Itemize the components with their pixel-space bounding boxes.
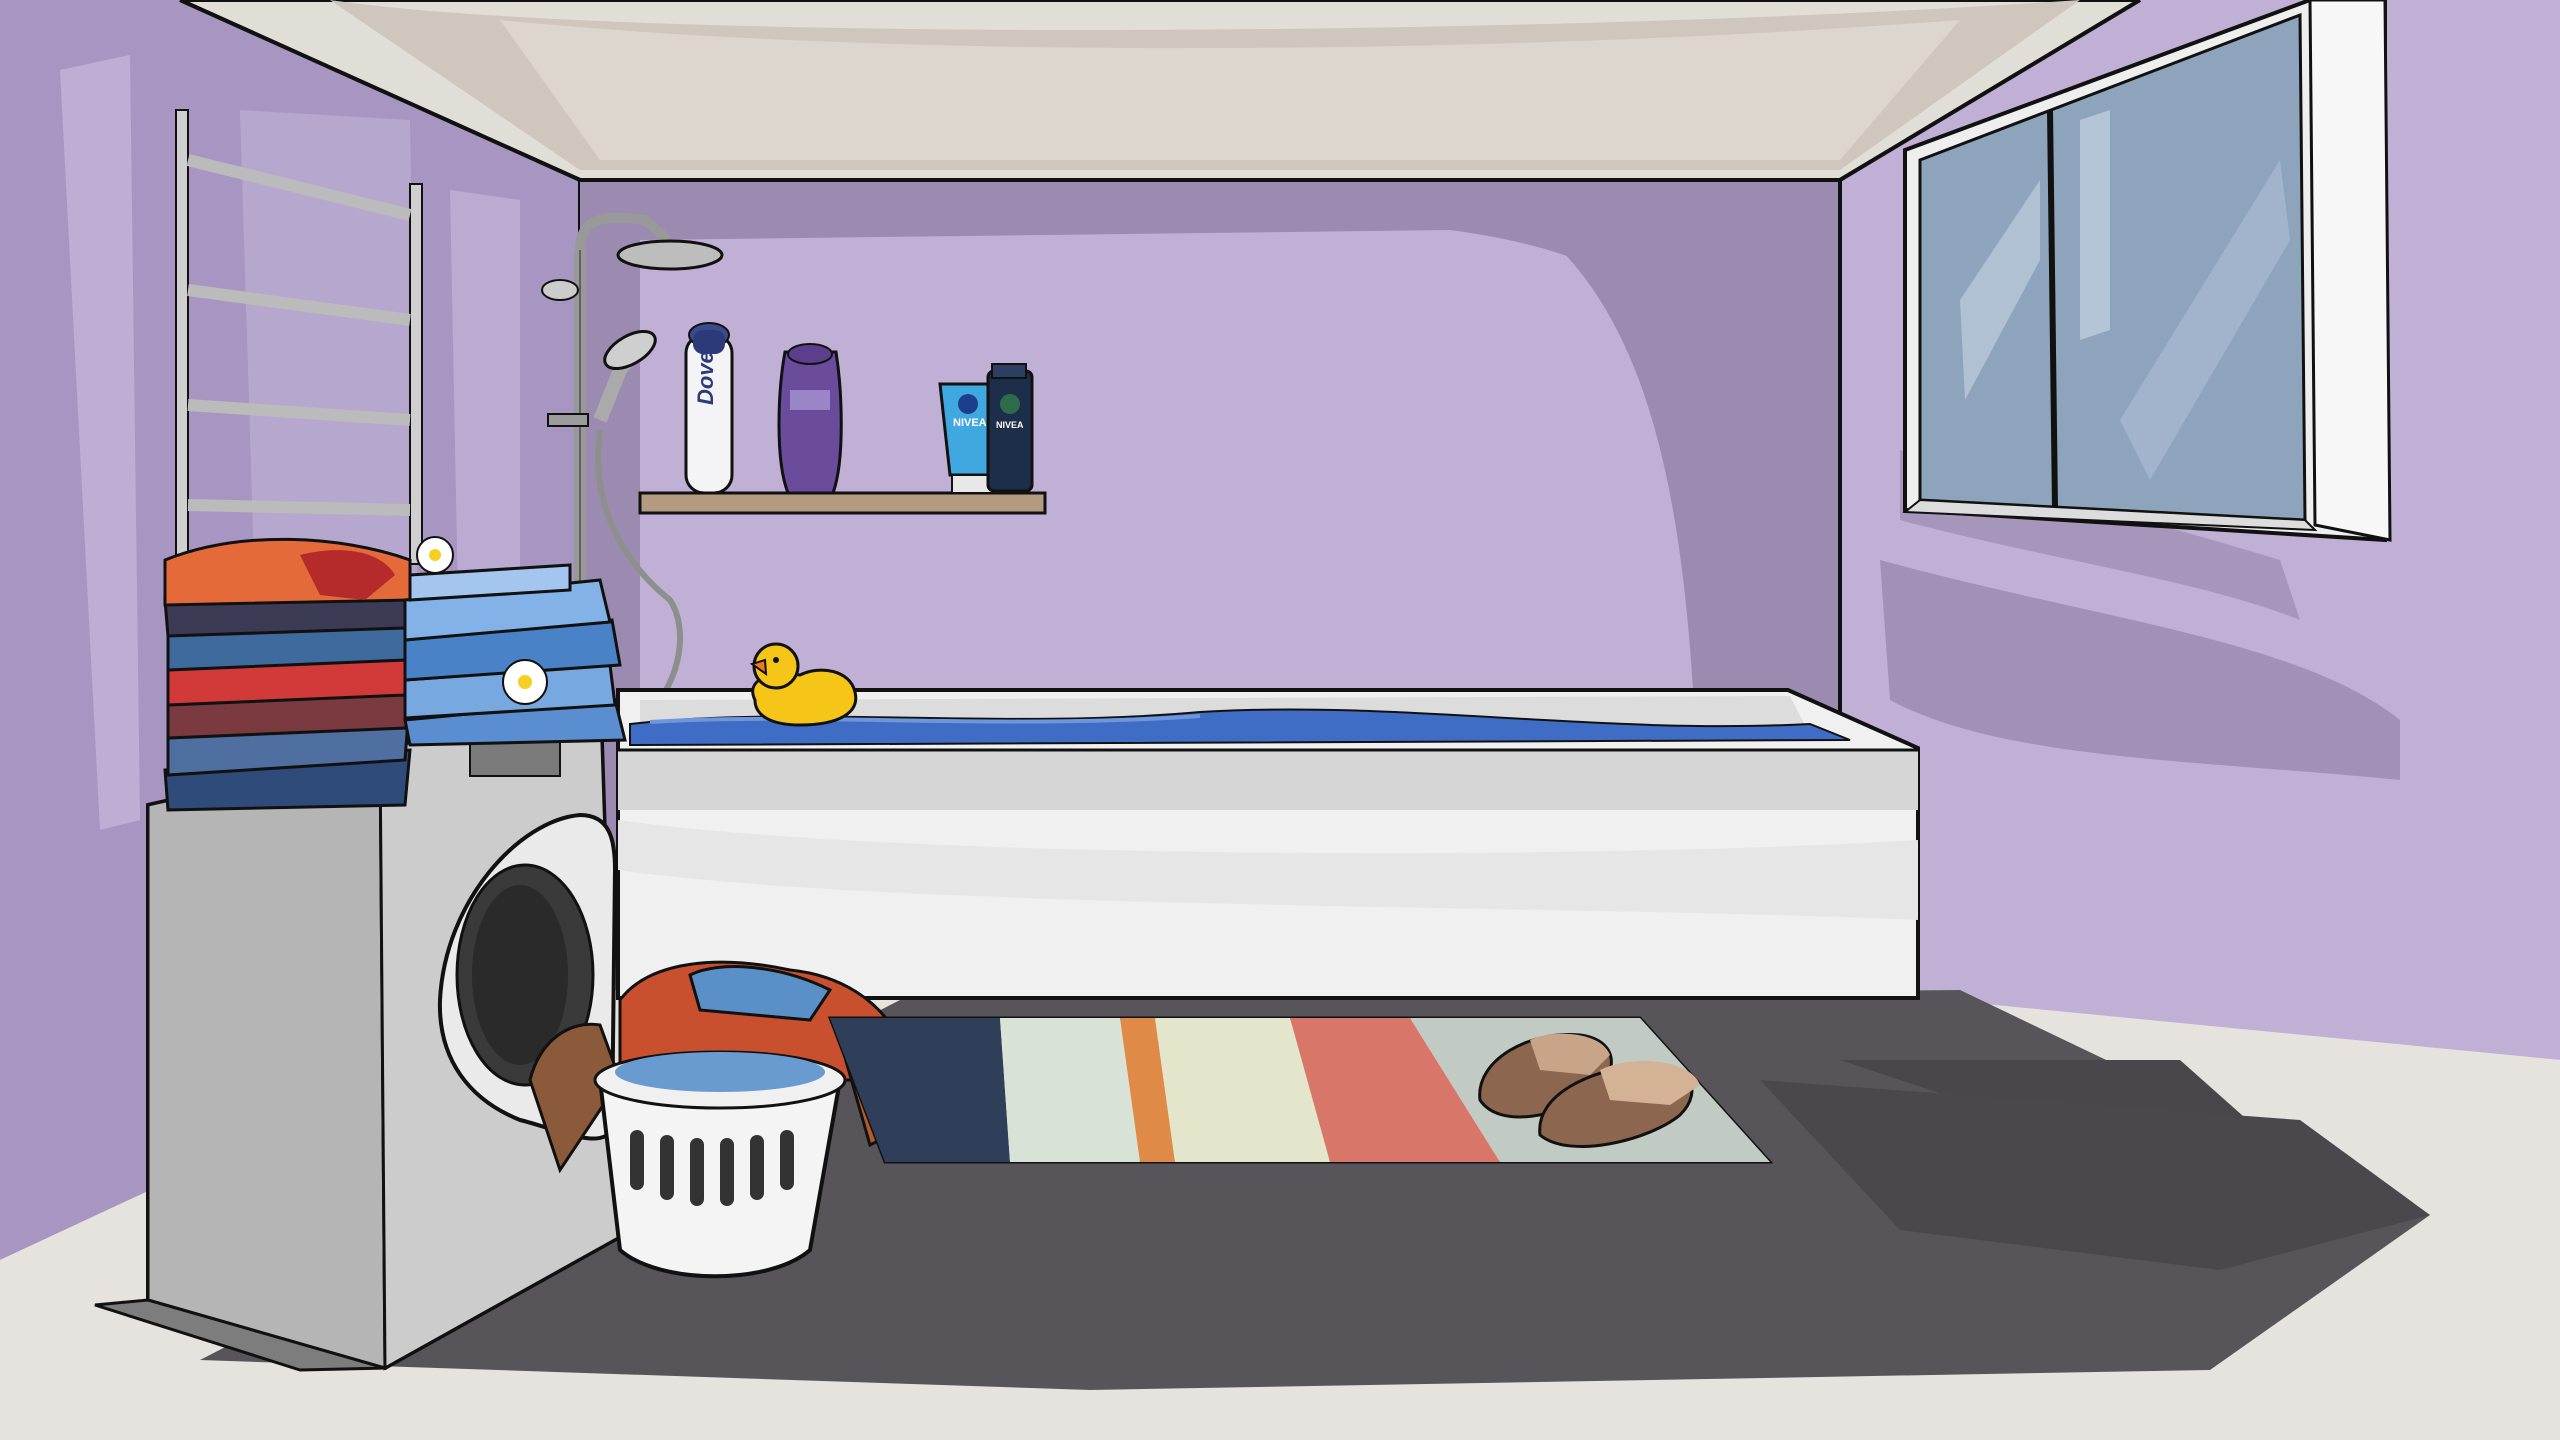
bathtub [616, 688, 1920, 1000]
bathroom-shelf [638, 491, 1047, 515]
deodorant-bottle [684, 322, 734, 495]
shower-gel-bottle [777, 343, 843, 495]
folded-clothes-stack [163, 537, 412, 812]
gel-bottle [986, 363, 1034, 493]
bathroom-scene [0, 0, 2560, 1440]
